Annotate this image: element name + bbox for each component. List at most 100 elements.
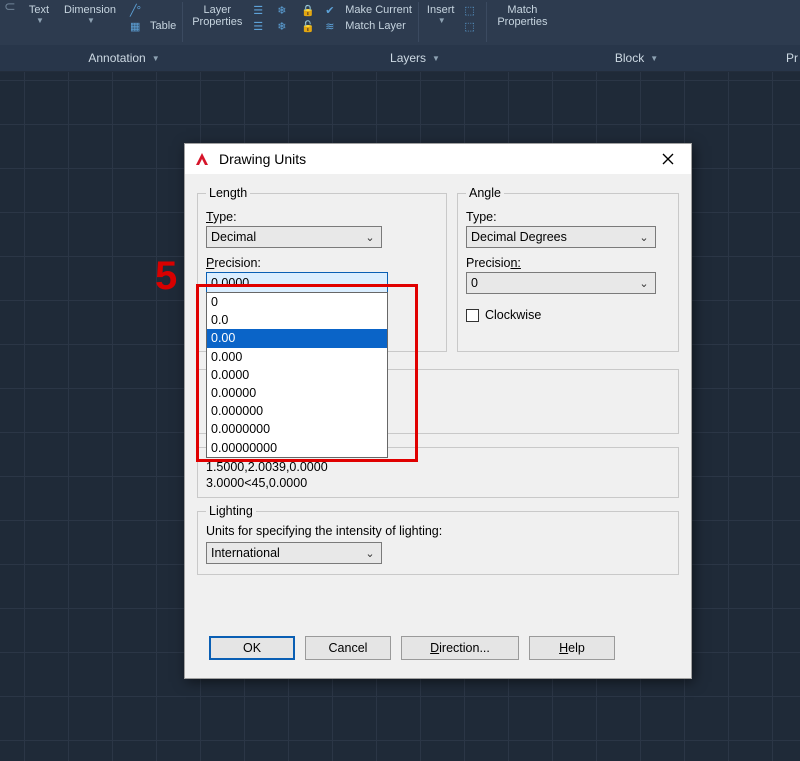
ribbon-group-annotation: ⊂ Text ▼ Dimension ▼ ╱° ▦ Table <box>0 0 180 34</box>
ribbon-dimension-button[interactable]: Dimension ▼ <box>58 0 122 25</box>
ribbon-layer-smallbtn-4[interactable]: ❄ <box>273 19 297 33</box>
lighting-units-combobox[interactable]: International ⌄ <box>206 542 382 564</box>
ribbon-layer-properties-button[interactable]: LayerProperties <box>185 0 249 28</box>
drawing-units-dialog: Drawing Units Length Type: Decimal ⌄ <box>184 143 692 679</box>
length-type-combobox[interactable]: Decimal ⌄ <box>206 226 382 248</box>
ribbon-layers-smallstack: ☰ ☰ <box>249 0 273 34</box>
ribbon-block-smallbtn-1[interactable]: ⬚ <box>460 3 484 17</box>
angle-precision-combobox[interactable]: 0 ⌄ <box>466 272 656 294</box>
angle-type-value: Decimal Degrees <box>471 230 567 244</box>
angle-precision-label: Precision: <box>466 256 670 270</box>
ribbon-top-row: ⊂ Text ▼ Dimension ▼ ╱° ▦ Table <box>0 0 800 45</box>
help-label: Help <box>559 641 585 655</box>
precision-option[interactable]: 0.000000 <box>207 402 387 420</box>
autocad-app-icon <box>193 150 211 168</box>
ribbon-layer-smallbtn-1[interactable]: ☰ <box>249 3 273 17</box>
dialog-title: Drawing Units <box>219 151 651 167</box>
block-create-icon: ⬚ <box>464 4 480 16</box>
ribbon-panel-labels: Annotation ▼ Layers ▼ Block ▼ Pr <box>0 45 800 71</box>
precision-option[interactable]: 0.00000 <box>207 384 387 402</box>
layer-lock-icon: 🔒 <box>301 4 317 16</box>
precision-option[interactable]: 0.00 <box>207 329 387 347</box>
ribbon-insert-label: Insert <box>427 4 455 16</box>
length-legend: Length <box>206 186 250 200</box>
angle-group: Angle Type: Decimal Degrees ⌄ Precision:… <box>457 186 679 352</box>
annotation-step-number: 5 <box>155 254 176 299</box>
layer-freeze-icon: ❄ <box>277 4 293 16</box>
panel-label-text: Layers <box>390 51 426 65</box>
checkbox-icon <box>466 309 479 322</box>
ribbon-layer-smallbtn-3[interactable]: ❄ <box>273 3 297 17</box>
leader-icon: ╱° <box>130 4 146 16</box>
lighting-desc: Units for specifying the intensity of li… <box>206 524 670 538</box>
ok-label: OK <box>243 641 261 655</box>
precision-option[interactable]: 0.0 <box>207 311 387 329</box>
ribbon-table-button[interactable]: ▦ Table <box>126 19 180 33</box>
precision-option[interactable]: 0.000 <box>207 348 387 366</box>
angle-type-combobox[interactable]: Decimal Degrees ⌄ <box>466 226 656 248</box>
ribbon-dimension-label: Dimension <box>64 4 116 16</box>
sample-line-1: 1.5000,2.0039,0.0000 <box>206 460 670 476</box>
chevron-down-icon: ⌄ <box>637 277 651 290</box>
ribbon-leader-button[interactable]: ╱° <box>126 3 180 17</box>
precision-option[interactable]: 0.0000000 <box>207 420 387 438</box>
direction-label: Direction... <box>430 641 490 655</box>
precision-option[interactable]: 0.00000000 <box>207 439 387 457</box>
panel-label-text: Pr <box>786 51 798 65</box>
panel-label-layers[interactable]: Layers ▼ <box>248 51 582 65</box>
ribbon-separator <box>486 2 487 42</box>
layers-stack-icon: ☰ <box>253 4 269 16</box>
block-edit-icon: ⬚ <box>464 20 480 32</box>
angle-precision-value: 0 <box>471 276 478 290</box>
ribbon-layer-smallbtn-5[interactable]: 🔒 <box>297 3 321 17</box>
length-precision-dropdown-list[interactable]: 00.00.000.0000.00000.000000.0000000.0000… <box>206 292 388 458</box>
cancel-label: Cancel <box>329 641 368 655</box>
chevron-down-icon: ⌄ <box>363 231 377 244</box>
close-button[interactable] <box>651 147 685 171</box>
chevron-down-icon: ▼ <box>650 54 658 63</box>
ribbon-text-label: Text <box>29 4 49 16</box>
angle-legend: Angle <box>466 186 504 200</box>
chevron-down-icon: ⌄ <box>369 277 383 290</box>
precision-option[interactable]: 0.0000 <box>207 366 387 384</box>
cancel-button[interactable]: Cancel <box>305 636 391 660</box>
sample-line-2: 3.0000<45,0.0000 <box>206 476 670 492</box>
ribbon-layer-smallbtn-6[interactable]: 🔓 <box>297 19 321 33</box>
table-icon: ▦ <box>130 20 146 32</box>
ribbon-match-properties-button[interactable]: MatchProperties <box>489 0 555 28</box>
lighting-group: Lighting Units for specifying the intens… <box>197 504 679 575</box>
ribbon-make-current-button[interactable]: ✔ Make Current <box>321 3 416 17</box>
panel-label-text: Block <box>615 51 644 65</box>
panel-label-annotation[interactable]: Annotation ▼ <box>0 51 248 65</box>
chevron-down-icon: ▼ <box>432 54 440 63</box>
make-current-icon: ✔ <box>325 4 341 16</box>
ribbon-separator <box>418 2 419 42</box>
ribbon-insert-button[interactable]: Insert ▼ <box>421 0 461 25</box>
panel-label-block[interactable]: Block ▼ <box>582 51 691 65</box>
match-layer-icon: ≋ <box>325 20 341 32</box>
precision-option[interactable]: 0 <box>207 293 387 311</box>
ribbon-text-button[interactable]: Text ▼ <box>20 0 58 25</box>
length-precision-label: Precision: <box>206 256 438 270</box>
sample-output-text: 1.5000,2.0039,0.0000 3.0000<45,0.0000 <box>206 460 670 491</box>
ribbon-block-smallbtn-2[interactable]: ⬚ <box>460 19 484 33</box>
ribbon-layer-properties-label: LayerProperties <box>192 4 242 28</box>
lighting-value: International <box>211 546 280 560</box>
length-type-label: Type: <box>206 210 438 224</box>
ok-button[interactable]: OK <box>209 636 295 660</box>
panel-label-text: Annotation <box>88 51 145 65</box>
ribbon-table-label: Table <box>150 20 176 32</box>
direction-button[interactable]: Direction... <box>401 636 519 660</box>
panel-label-properties[interactable]: Pr <box>691 51 800 65</box>
ribbon-group-block: Insert ▼ ⬚ ⬚ <box>421 0 485 34</box>
ribbon: ⊂ Text ▼ Dimension ▼ ╱° ▦ Table <box>0 0 800 72</box>
help-button[interactable]: Help <box>529 636 615 660</box>
length-precision-combobox[interactable]: 0.0000 ⌄ <box>206 272 388 294</box>
ribbon-layer-smallbtn-2[interactable]: ☰ <box>249 19 273 33</box>
lighting-legend: Lighting <box>206 504 256 518</box>
ribbon-layers-rightstack: ✔ Make Current ≋ Match Layer <box>321 0 416 34</box>
length-precision-value: 0.0000 <box>211 276 249 290</box>
clockwise-checkbox-row[interactable]: Clockwise <box>466 308 670 322</box>
ribbon-match-layer-button[interactable]: ≋ Match Layer <box>321 19 416 33</box>
layer-freeze-icon: ❄ <box>277 20 293 32</box>
